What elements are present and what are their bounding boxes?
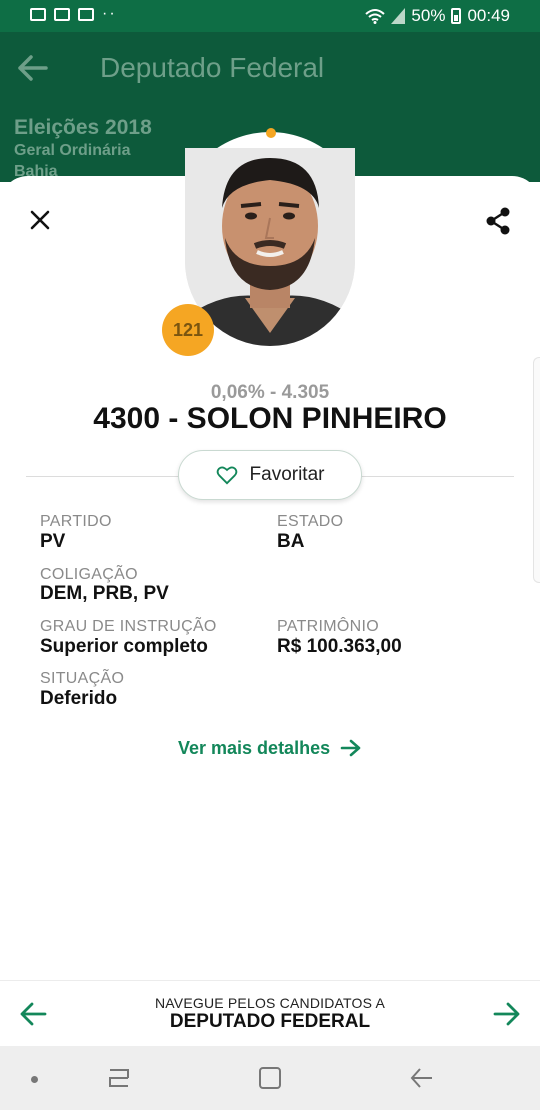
- more-notifications-icon: ··: [102, 5, 117, 22]
- wifi-icon: [365, 9, 386, 24]
- scroll-edge: [533, 357, 540, 583]
- battery-icon: [451, 8, 462, 24]
- gallery-icon: [30, 7, 46, 21]
- page-title: Deputado Federal: [100, 52, 325, 83]
- grau-value: Superior completo: [40, 636, 208, 657]
- more-details-link[interactable]: Ver mais detalhes: [178, 736, 362, 760]
- estado-label: ESTADO: [277, 513, 344, 530]
- system-navigation-bar: [0, 1046, 540, 1110]
- candidate-name: 4300 - SOLON PINHEIRO: [93, 402, 447, 435]
- situacao-value: Deferido: [40, 688, 118, 709]
- share-icon[interactable]: [484, 206, 512, 236]
- patrimonio-label: PATRIMÔNIO: [277, 618, 379, 635]
- calendar-icon: [78, 7, 94, 21]
- battery-percent: 50%: [411, 6, 446, 25]
- clock: 00:49: [467, 6, 510, 25]
- candidate-navigation: NAVEGUE PELOS CANDIDATOS A DEPUTADO FEDE…: [0, 980, 540, 1046]
- heart-icon: [216, 466, 237, 485]
- status-bar: ·· 50% 00:49: [0, 0, 540, 32]
- arrow-right-icon: [340, 739, 361, 757]
- partido-label: PARTIDO: [40, 513, 112, 530]
- patrimonio-value: R$ 100.363,00: [277, 636, 402, 657]
- nav-caption: NAVEGUE PELOS CANDIDATOS A: [154, 995, 386, 1011]
- election-type: Geral Ordinária: [14, 142, 131, 159]
- indicator-dot: [266, 128, 276, 138]
- nav-role: DEPUTADO FEDERAL: [169, 1011, 371, 1032]
- grau-label: GRAU DE INSTRUÇÃO: [40, 618, 217, 635]
- arrow-left-icon[interactable]: [18, 999, 48, 1029]
- arrow-right-icon[interactable]: [492, 999, 522, 1029]
- situacao-label: SITUAÇÃO: [40, 670, 125, 687]
- system-status: 50% 00:49: [365, 6, 510, 26]
- partido-value: PV: [40, 531, 66, 552]
- signal-icon: [391, 8, 406, 24]
- vote-summary: 0,06% - 4.305: [210, 382, 330, 403]
- back-arrow-icon[interactable]: [14, 50, 52, 86]
- recents-icon[interactable]: [106, 1066, 132, 1090]
- coligacao-label: COLIGAÇÃO: [40, 566, 138, 583]
- estado-value: BA: [277, 531, 305, 552]
- screen-icon: [54, 7, 70, 21]
- favorite-label: Favoritar: [249, 464, 325, 485]
- home-icon[interactable]: [258, 1066, 282, 1090]
- more-details-label: Ver mais detalhes: [178, 737, 331, 758]
- back-icon[interactable]: [408, 1066, 436, 1090]
- favorite-button[interactable]: Favoritar: [178, 450, 362, 500]
- coligacao-value: DEM, PRB, PV: [40, 583, 169, 604]
- election-title: Eleições 2018: [14, 116, 152, 139]
- notification-icons: ··: [30, 5, 117, 22]
- rank-badge: 121: [162, 304, 214, 356]
- dot-icon: [31, 1076, 38, 1083]
- close-icon[interactable]: [26, 206, 54, 234]
